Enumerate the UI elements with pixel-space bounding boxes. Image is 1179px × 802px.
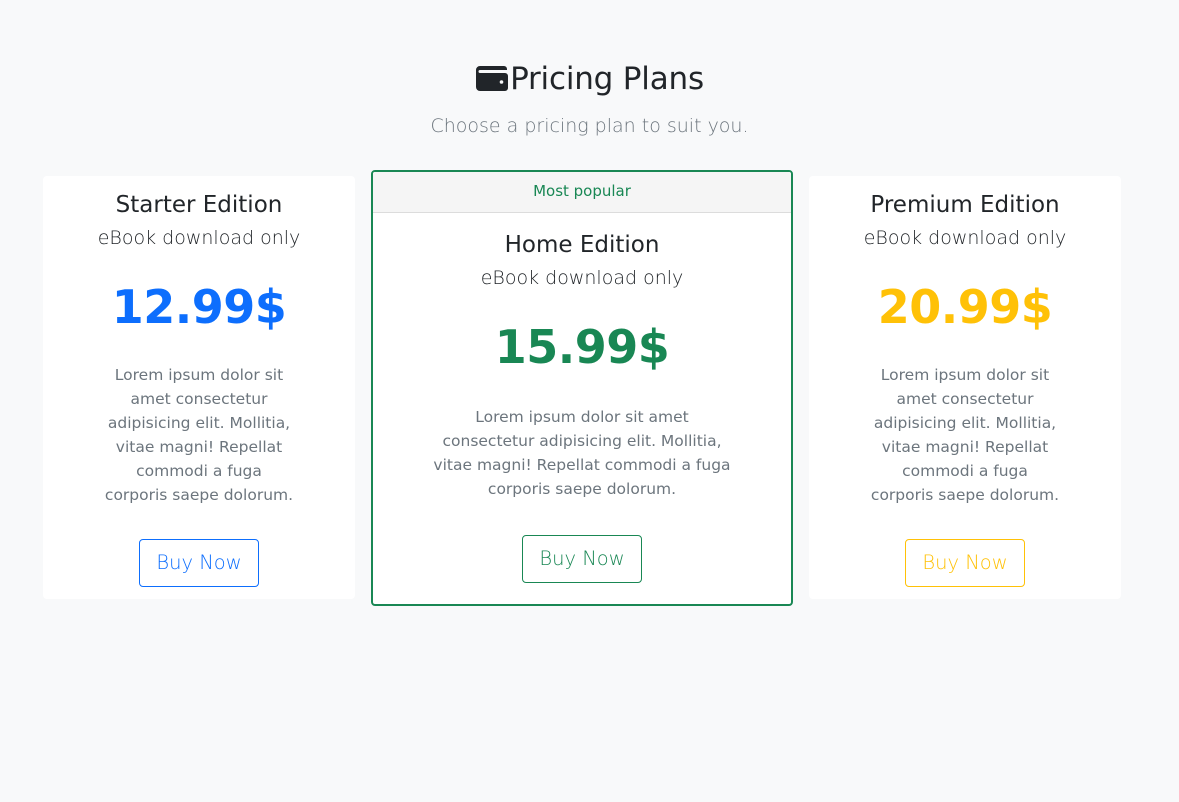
most-popular-badge: Most popular bbox=[373, 172, 791, 213]
plan-price: 20.99$ bbox=[877, 280, 1053, 334]
plan-description: Lorem ipsum dolor sit amet consectetur a… bbox=[433, 408, 731, 498]
wallet-icon bbox=[476, 66, 509, 91]
plan-subtitle: eBook download only bbox=[97, 227, 301, 249]
plan-subtitle: eBook download only bbox=[480, 267, 684, 289]
page-subtitle: Choose a pricing plan to suit you. bbox=[430, 115, 749, 137]
plan-price: 15.99$ bbox=[494, 320, 670, 374]
plan-price: 12.99$ bbox=[111, 280, 287, 334]
page-header: Pricing Plans Choose a pricing plan to s… bbox=[0, 56, 1179, 144]
plan-card-premium: Premium Edition eBook download only 20.9… bbox=[809, 176, 1121, 599]
page-title-text: Pricing Plans bbox=[510, 61, 704, 97]
plan-name: Starter Edition bbox=[115, 192, 283, 218]
plan-card-starter: Starter Edition eBook download only 12.9… bbox=[43, 176, 355, 599]
plan-description: Lorem ipsum dolor sit amet consectetur a… bbox=[104, 366, 294, 504]
page-title: Pricing Plans bbox=[475, 56, 704, 102]
plan-name: Home Edition bbox=[504, 232, 660, 258]
buy-now-button-home[interactable]: Buy Now bbox=[522, 535, 642, 583]
buy-now-button-premium[interactable]: Buy Now bbox=[905, 539, 1025, 587]
plan-name: Premium Edition bbox=[870, 192, 1060, 218]
plan-description: Lorem ipsum dolor sit amet consectetur a… bbox=[870, 366, 1060, 504]
plan-card-home: Most popular Home Edition eBook download… bbox=[371, 170, 793, 606]
plan-subtitle: eBook download only bbox=[863, 227, 1067, 249]
buy-now-button-starter[interactable]: Buy Now bbox=[139, 539, 259, 587]
